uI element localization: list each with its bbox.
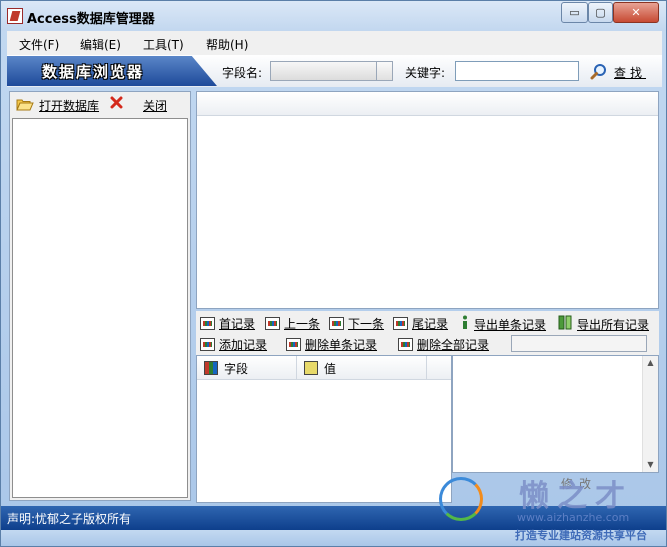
records-grid-header [197,92,658,116]
first-record-button[interactable]: 首记录 [200,315,255,332]
record-icon [200,338,215,351]
field-grid-icon [204,361,218,375]
value-editor[interactable]: ▲ ▼ [452,355,659,473]
export-single-record-button[interactable]: 导出单条记录 [460,315,546,333]
search-button[interactable]: 查找 [587,60,655,82]
delete-single-record-button[interactable]: 删除单条记录 [286,336,377,353]
close-window-button[interactable]: ✕ [613,2,659,23]
record-icon [200,317,215,330]
scroll-up-icon[interactable]: ▲ [643,356,658,370]
watermark-brand: 懒之才 [519,479,633,514]
record-icon [398,338,413,351]
close-database-button[interactable]: 关闭 [143,97,167,114]
minimize-button[interactable]: ▭ [561,2,588,23]
field-table-header: 字段 值 [197,356,451,380]
menu-help[interactable]: 帮助(H) [206,36,248,53]
next-record-button[interactable]: 下一条 [329,315,384,332]
watermark-emblem-icon [439,477,483,521]
app-window: Access数据库管理器 ▭ ▢ ✕ 文件(F) 编辑(E) 工具(T) 帮助(… [0,0,667,547]
app-icon [7,8,23,24]
title-bar[interactable]: Access数据库管理器 ▭ ▢ ✕ [1,1,666,31]
record-icon [329,317,344,330]
watermark-slogan: 打造专业建站资源共享平台 [515,529,647,542]
watermark-logo: 懒之才 www.aizhanzhe.com 打造专业建站资源共享平台 [433,469,665,547]
menu-bar: 文件(F) 编辑(E) 工具(T) 帮助(H) [7,31,662,55]
record-icon [265,317,280,330]
column-header-field[interactable]: 字段 [197,356,297,380]
search-label: 查找 [614,66,647,80]
dropdown-arrow-icon[interactable] [376,62,392,80]
open-database-button[interactable]: 打开数据库 [39,97,99,114]
maximize-button[interactable]: ▢ [588,2,613,23]
keyword-label: 关键字: [405,66,446,80]
record-icon [393,317,408,330]
export-all-records-button[interactable]: 导出所有记录 [558,315,649,333]
menu-tools[interactable]: 工具(T) [143,36,184,53]
magnifier-icon [590,63,608,84]
banner-title: 数据库浏览器 [42,63,145,81]
record-toolbar: 首记录 上一条 下一条 尾记录 导出单条记录 导出所有记录 添加记录 删除单条记… [196,311,659,355]
table-tree[interactable] [12,118,188,498]
database-panel: 打开数据库 关闭 [9,91,191,501]
value-scrollbar[interactable]: ▲ ▼ [642,356,658,472]
export-all-icon [558,315,573,333]
record-status-field [511,335,647,352]
last-record-button[interactable]: 尾记录 [393,315,448,332]
folder-open-icon[interactable] [16,97,34,114]
field-value-table[interactable]: 字段 值 [196,355,452,503]
close-x-icon[interactable] [110,96,123,112]
value-icon [304,361,318,375]
record-icon [286,338,301,351]
field-name-label: 字段名: [222,66,263,80]
field-name-select[interactable] [270,61,393,81]
database-toolbar: 打开数据库 关闭 [10,92,190,118]
info-icon [460,315,470,333]
records-grid[interactable] [196,91,659,309]
menu-edit[interactable]: 编辑(E) [80,36,121,53]
search-toolbar: 数据库浏览器 字段名: 关键字: 查找 [7,55,662,87]
keyword-input[interactable] [455,61,579,81]
delete-all-records-button[interactable]: 删除全部记录 [398,336,489,353]
add-record-button[interactable]: 添加记录 [200,336,267,353]
column-header-value[interactable]: 值 [297,356,427,380]
previous-record-button[interactable]: 上一条 [265,315,320,332]
window-title: Access数据库管理器 [27,12,155,27]
status-text: 声明:忧郁之子版权所有 [7,512,132,526]
menu-file[interactable]: 文件(F) [19,36,59,53]
watermark-url: www.aizhanzhe.com [517,511,630,524]
